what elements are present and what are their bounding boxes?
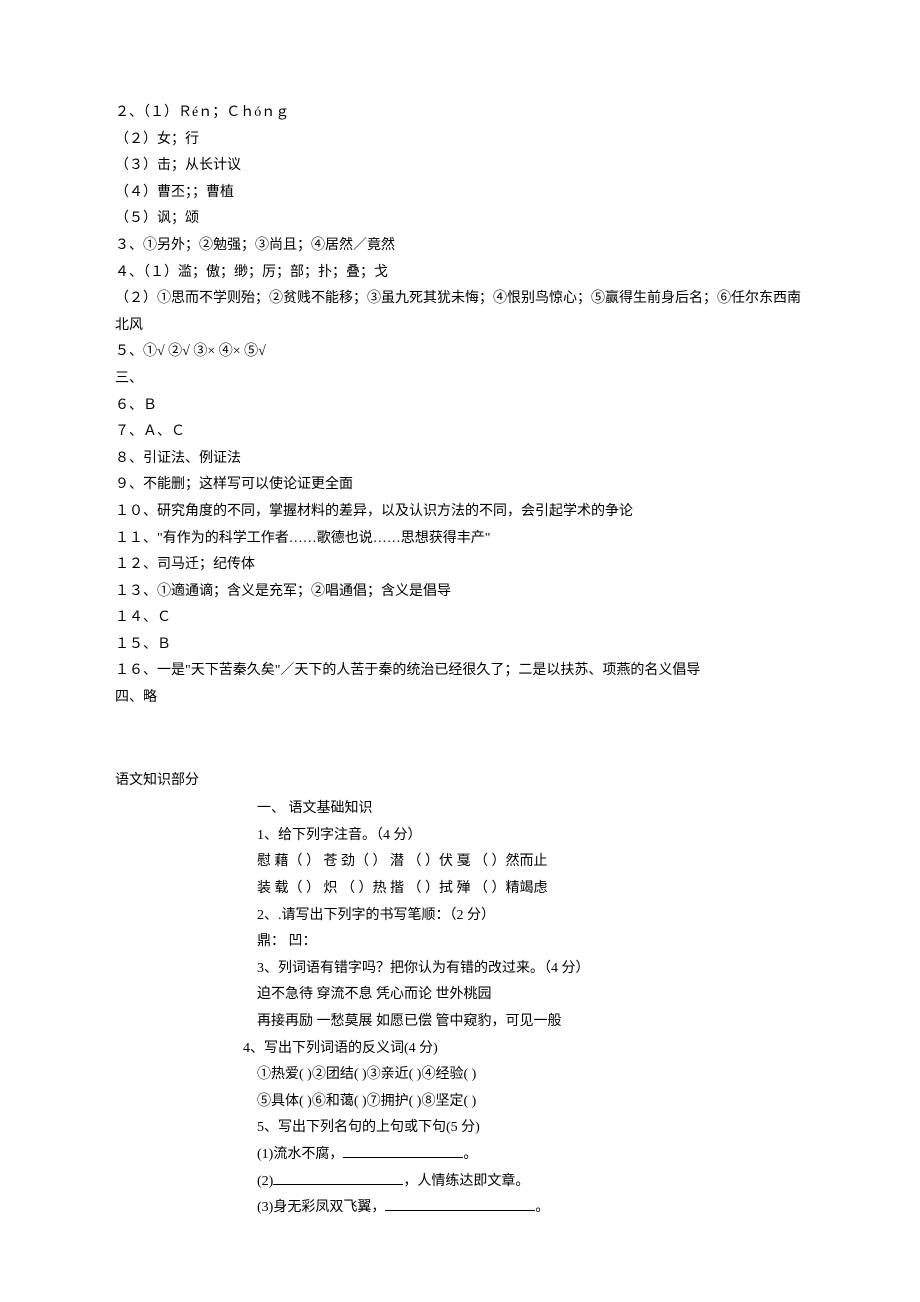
- answer-line: （５）讽；颂: [115, 206, 805, 233]
- q5-3-prefix: (3)身无彩凤双飞翼，: [257, 1200, 385, 1215]
- answer-line: （４）曹丕；；曹植: [115, 180, 805, 207]
- answer-line: ６、Ｂ: [115, 393, 805, 420]
- answer-line: ３、①另外；②勉强；③尚且；④居然／竟然: [115, 233, 805, 260]
- question-1-line: 慰 藉（ ） 苍 劲（ ） 潜 （ ）伏 戛 （ ）然而止: [115, 849, 805, 876]
- question-4-line: ①热爱( )②团结( )③亲近( )④经验( ): [115, 1062, 805, 1089]
- answer-line: ８、引证法、例证法: [115, 446, 805, 473]
- q5-2-suffix: ，人情练达即文章。: [403, 1174, 529, 1189]
- answer-line: （２）①思而不学则殆；②贫贱不能移；③虽九死其犹未悔；④恨别鸟惊心；⑤赢得生前身…: [115, 286, 805, 339]
- answer-line: ４、（１）滥；傲；缈；厉；部；扑；叠；戈: [115, 260, 805, 287]
- answer-line: ５、①√ ②√ ③× ④× ⑤√: [115, 339, 805, 366]
- question-4-line: ⑤具体( )⑥和蔼( )⑦拥护( )⑧坚定( ): [115, 1089, 805, 1116]
- answer-line: ２、（１）Ｒéｎ；Ｃｈóｎｇ: [115, 100, 805, 127]
- answer-line: １０、研究角度的不同，掌握材料的差异，以及认识方法的不同，会引起学术的争论: [115, 499, 805, 526]
- fill-blank: [343, 1143, 463, 1158]
- question-3-line: 迫不急待 穿流不息 凭心而论 世外桃园: [115, 982, 805, 1009]
- q5-1-prefix: (1)流水不腐，: [257, 1147, 343, 1162]
- question-5: 5、写出下列名句的上句或下句(5 分): [115, 1115, 805, 1142]
- answer-line: １４、Ｃ: [115, 605, 805, 632]
- knowledge-title: 语文知识部分: [115, 768, 805, 795]
- knowledge-section: 语文知识部分 一、 语文基础知识 1、给下列字注音。（4 分） 慰 藉（ ） 苍…: [115, 768, 805, 1222]
- section-header-3: 三、: [115, 366, 805, 393]
- q5-3-suffix: 。: [535, 1200, 549, 1215]
- answer-line: １３、①適通谪；含义是充军；②唱通倡；含义是倡导: [115, 579, 805, 606]
- answer-line: ９、不能删；这样写可以使论证更全面: [115, 472, 805, 499]
- question-5-item-1: (1)流水不腐， 。: [115, 1142, 805, 1169]
- question-5-item-3: (3)身无彩凤双飞翼， 。: [115, 1195, 805, 1222]
- answer-line: （３）击；从长计议: [115, 153, 805, 180]
- q5-1-suffix: 。: [463, 1147, 477, 1162]
- question-4: 4、写出下列词语的反义词(4 分): [115, 1036, 805, 1063]
- question-3: 3、列词语有错字吗？把你认为有错的改过来。（4 分）: [115, 956, 805, 983]
- question-3-line: 再接再励 一愁莫展 如愿已偿 管中窥豹，可见一般: [115, 1009, 805, 1036]
- question-1: 1、给下列字注音。（4 分）: [115, 823, 805, 850]
- knowledge-heading-1: 一、 语文基础知识: [115, 796, 805, 823]
- question-2: 2、.请写出下列字的书写笔顺：（2 分）: [115, 903, 805, 930]
- section-header-4: 四、略: [115, 685, 805, 712]
- answer-line: １６、一是"天下苦秦久矣"／天下的人苦于秦的统治已经很久了；二是以扶苏、项燕的名…: [115, 658, 805, 685]
- question-1-line: 装 载（ ） 炽 （ ）热 揩 （ ）拭 殚 （ ）精竭虑: [115, 876, 805, 903]
- fill-blank: [273, 1170, 403, 1185]
- q5-2-prefix: (2): [257, 1174, 273, 1189]
- question-2-line: 鼎： 凹：: [115, 929, 805, 956]
- answer-line: （２）女；行: [115, 127, 805, 154]
- fill-blank: [385, 1196, 535, 1211]
- document-page: ２、（１）Ｒéｎ；Ｃｈóｎｇ （２）女；行 （３）击；从长计议 （４）曹丕；；曹…: [0, 0, 920, 1302]
- answer-line: １５、Ｂ: [115, 632, 805, 659]
- answer-line: ７、Ａ、Ｃ: [115, 419, 805, 446]
- question-5-item-2: (2) ，人情练达即文章。: [115, 1169, 805, 1196]
- answer-line: １１、"有作为的科学工作者……歌德也说……思想获得丰产": [115, 526, 805, 553]
- answer-line: １２、司马迁；纪传体: [115, 552, 805, 579]
